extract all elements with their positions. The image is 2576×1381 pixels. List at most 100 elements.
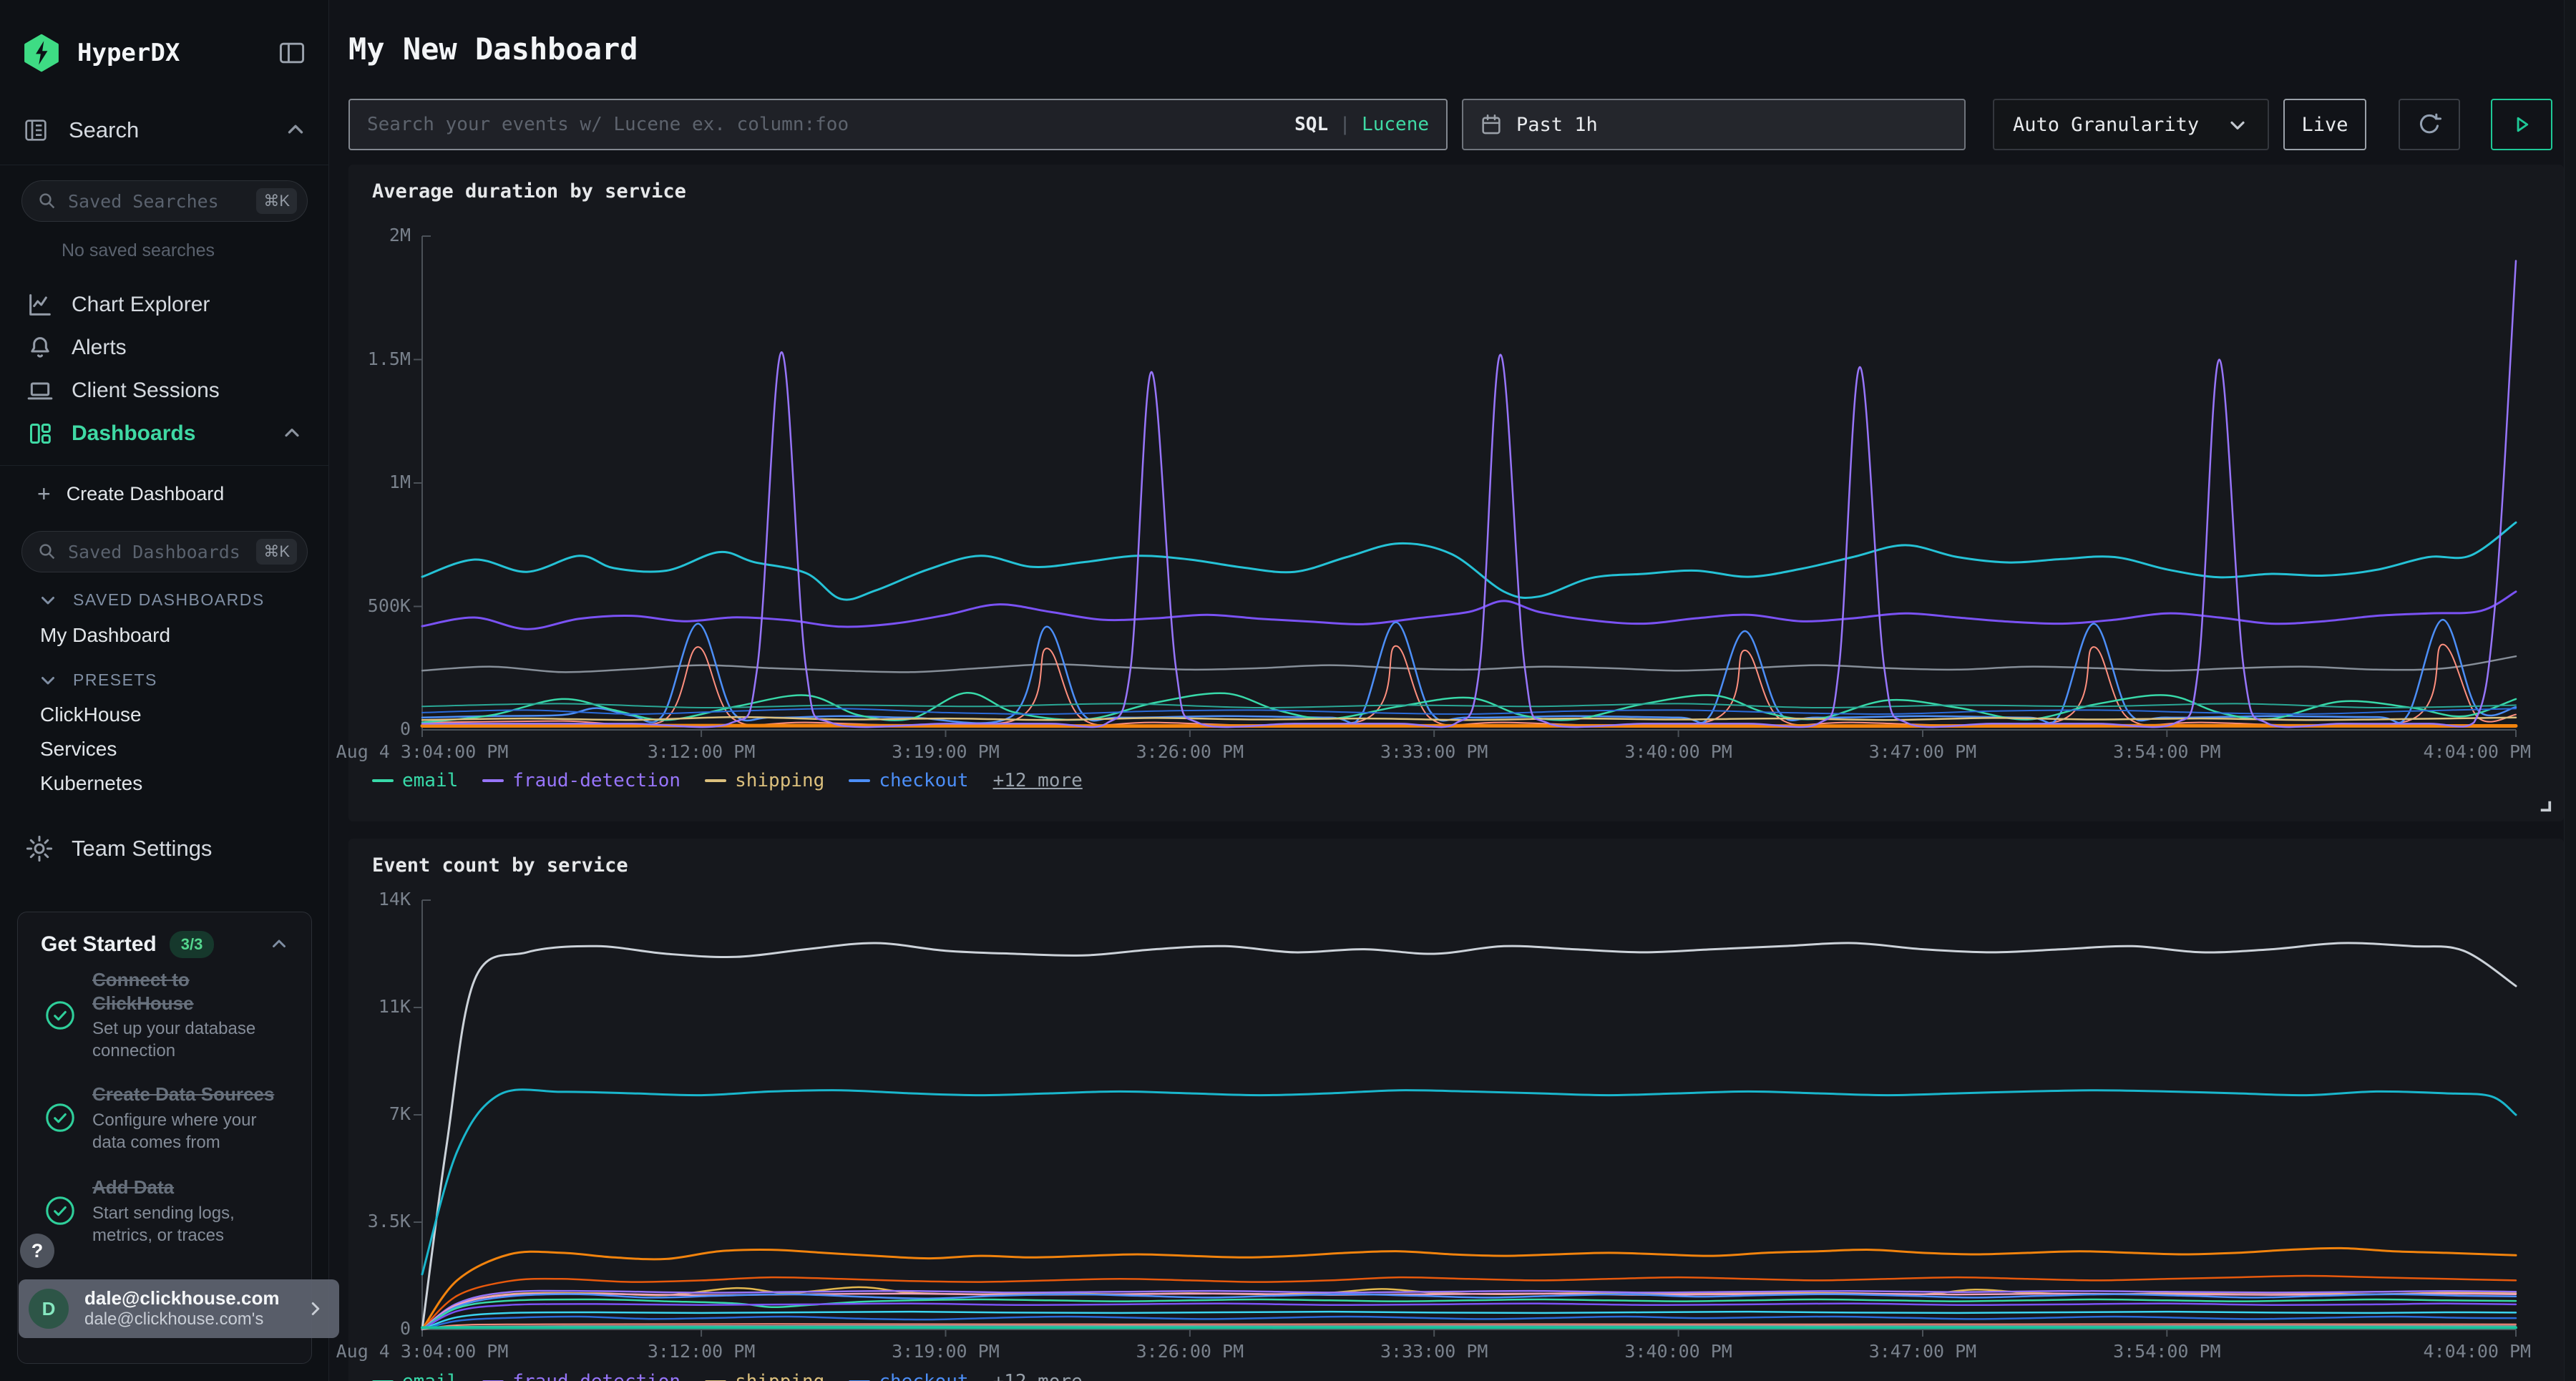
refresh-button[interactable] bbox=[2399, 99, 2460, 150]
gear-icon bbox=[24, 834, 54, 864]
legend-label: shipping bbox=[735, 770, 824, 791]
chart-canvas bbox=[422, 900, 2516, 1329]
chart-plot: 0500K1M1.5M2MAug 4 3:04:00 PM3:12:00 PM3… bbox=[348, 165, 2564, 821]
chevron-right-icon bbox=[305, 1298, 326, 1319]
x-axis-tick-label: 3:47:00 PM bbox=[1869, 1341, 1977, 1362]
y-axis-tick-label: 0 bbox=[257, 718, 411, 739]
event-search-box[interactable]: SQL | Lucene bbox=[348, 99, 1448, 150]
legend-item-email[interactable]: email bbox=[372, 1371, 458, 1381]
scrollbar[interactable] bbox=[2564, 0, 2576, 1381]
live-button[interactable]: Live bbox=[2283, 99, 2366, 150]
legend-label: shipping bbox=[735, 1371, 824, 1381]
legend-swatch bbox=[482, 779, 504, 782]
query-language-toggle[interactable]: SQL | Lucene bbox=[1294, 114, 1429, 135]
y-axis-tick-label: 7K bbox=[257, 1103, 411, 1124]
check-circle-icon bbox=[44, 999, 77, 1032]
sidebar-item-my-dashboard[interactable]: My Dashboard bbox=[0, 618, 329, 653]
y-axis-tick-label: 11K bbox=[257, 996, 411, 1017]
sidebar-collapse-icon[interactable] bbox=[276, 37, 308, 69]
lucene-toggle[interactable]: Lucene bbox=[1362, 114, 1429, 135]
x-axis-tick-label: 3:40:00 PM bbox=[1624, 1341, 1732, 1362]
saved-dashboards-input[interactable] bbox=[68, 542, 256, 562]
legend-more-link[interactable]: +12 more bbox=[993, 1371, 1083, 1381]
legend-label: email bbox=[402, 1371, 458, 1381]
refresh-icon bbox=[2416, 111, 2443, 138]
get-started-item-add-data[interactable]: Add Data Start sending logs, metrics, or… bbox=[44, 1176, 287, 1246]
search-icon bbox=[36, 190, 58, 212]
series-line-fraud-detection bbox=[422, 261, 2516, 728]
legend-item-email[interactable]: email bbox=[372, 770, 458, 791]
sql-toggle[interactable]: SQL bbox=[1294, 114, 1328, 135]
help-button[interactable]: ? bbox=[20, 1234, 54, 1268]
series-line bbox=[422, 656, 2516, 672]
chart-panel-event-count: Event count by service 03.5K7K11K14KAug … bbox=[348, 839, 2564, 1381]
group-presets[interactable]: PRESETS bbox=[0, 664, 329, 696]
get-started-item-connect[interactable]: Connect to ClickHouse Set up your databa… bbox=[44, 968, 287, 1062]
event-search-input[interactable] bbox=[367, 114, 1294, 135]
brand-row: HyperDX bbox=[0, 30, 329, 76]
sidebar-item-client-sessions[interactable]: Client Sessions bbox=[0, 371, 329, 411]
sidebar-item-dashboards[interactable]: Dashboards bbox=[0, 414, 329, 454]
sidebar-item-kubernetes[interactable]: Kubernetes bbox=[0, 767, 329, 800]
x-axis-tick-label: 3:12:00 PM bbox=[648, 1341, 756, 1362]
chevron-up-icon[interactable] bbox=[268, 934, 290, 955]
series-line bbox=[422, 1090, 2516, 1274]
check-circle-icon bbox=[44, 1194, 77, 1227]
sidebar-section-search[interactable]: Search bbox=[0, 109, 329, 152]
legend-item-fraud-detection[interactable]: fraud-detection bbox=[482, 770, 680, 791]
series-line bbox=[422, 708, 2516, 714]
legend-item-shipping[interactable]: shipping bbox=[705, 770, 824, 791]
sidebar-item-chart-explorer[interactable]: Chart Explorer bbox=[0, 285, 329, 325]
granularity-select[interactable]: Auto Granularity bbox=[1993, 99, 2269, 150]
saved-searches-search[interactable]: ⌘K bbox=[21, 180, 308, 222]
chevron-down-icon bbox=[37, 669, 59, 690]
user-subtitle: dale@clickhouse.com's bbox=[84, 1309, 305, 1330]
legend-label: checkout bbox=[879, 770, 968, 791]
search-section-icon bbox=[21, 116, 50, 145]
user-menu[interactable]: D dale@clickhouse.com dale@clickhouse.co… bbox=[19, 1279, 339, 1338]
resize-handle-icon[interactable] bbox=[2538, 799, 2552, 813]
chevron-down-icon bbox=[2226, 113, 2249, 136]
run-query-button[interactable] bbox=[2491, 99, 2552, 150]
shortcut-badge: ⌘K bbox=[256, 188, 297, 214]
legend-item-fraud-detection[interactable]: fraud-detection bbox=[482, 1371, 680, 1381]
time-range-picker[interactable]: Past 1h bbox=[1462, 99, 1966, 150]
legend-item-checkout[interactable]: checkout bbox=[849, 1371, 968, 1381]
page-title: My New Dashboard bbox=[348, 31, 638, 67]
legend-label: email bbox=[402, 770, 458, 791]
laptop-icon bbox=[26, 376, 54, 405]
saved-searches-input[interactable] bbox=[68, 191, 256, 212]
x-axis-tick-label: 3:40:00 PM bbox=[1624, 741, 1732, 762]
legend-item-shipping[interactable]: shipping bbox=[705, 1371, 824, 1381]
brand-name: HyperDX bbox=[77, 39, 180, 67]
legend-swatch bbox=[372, 779, 394, 782]
shortcut-badge: ⌘K bbox=[256, 539, 297, 565]
x-axis-tick-label: 3:33:00 PM bbox=[1380, 1341, 1488, 1362]
x-axis-tick-label: 3:54:00 PM bbox=[2113, 741, 2221, 762]
series-line bbox=[422, 522, 2516, 600]
legend-label: fraud-detection bbox=[512, 770, 680, 791]
legend-more-link[interactable]: +12 more bbox=[993, 770, 1083, 791]
search-icon bbox=[36, 541, 58, 562]
x-axis-tick-label: 3:47:00 PM bbox=[1869, 741, 1977, 762]
chart-legend: email fraud-detection shipping checkout +12 … bbox=[372, 1371, 1083, 1381]
y-axis-tick-label: 3.5K bbox=[257, 1211, 411, 1231]
x-axis-tick-label: 4:04:00 PM bbox=[2424, 1341, 2532, 1362]
chart-legend: email fraud-detection shipping checkout +12 … bbox=[372, 770, 1083, 791]
dashboards-grid-icon bbox=[26, 419, 54, 448]
chart-panel-avg-duration: Average duration by service 0500K1M1.5M2… bbox=[348, 165, 2564, 821]
get-started-item-sources[interactable]: Create Data Sources Configure where your… bbox=[44, 1083, 287, 1153]
sidebar-item-team-settings[interactable]: Team Settings bbox=[0, 829, 329, 869]
chevron-down-icon bbox=[37, 589, 59, 610]
legend-item-checkout[interactable]: checkout bbox=[849, 770, 968, 791]
legend-swatch bbox=[705, 779, 726, 782]
x-axis-tick-label: Aug 4 3:04:00 PM bbox=[336, 741, 509, 762]
get-started-title: Get Started bbox=[41, 932, 157, 957]
granularity-value: Auto Granularity bbox=[2013, 114, 2199, 136]
y-axis-tick-label: 14K bbox=[257, 889, 411, 909]
main-content: My New Dashboard SQL | Lucene Past 1h Au… bbox=[330, 0, 2576, 1381]
x-axis-tick-label: Aug 4 3:04:00 PM bbox=[336, 1341, 509, 1362]
x-axis-tick-label: 3:12:00 PM bbox=[648, 741, 756, 762]
saved-dashboards-search[interactable]: ⌘K bbox=[21, 531, 308, 572]
legend-label: fraud-detection bbox=[512, 1371, 680, 1381]
